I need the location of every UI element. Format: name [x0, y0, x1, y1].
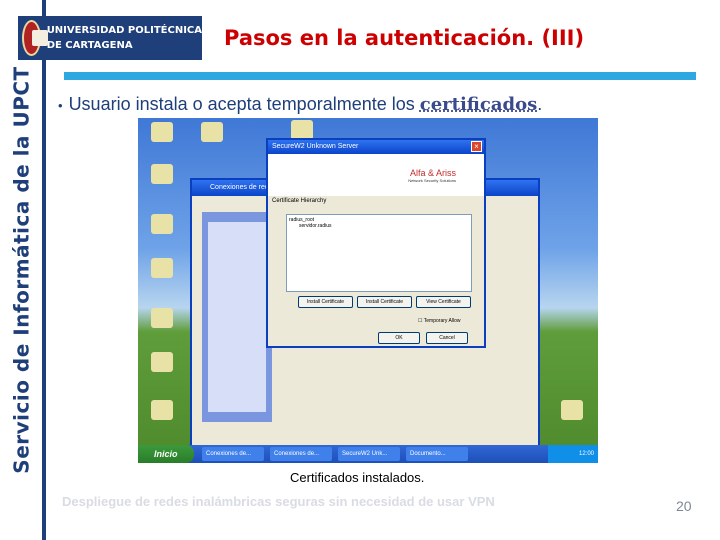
footer-text: Despliegue de redes inalámbricas seguras… — [62, 494, 495, 509]
logo-line2: DE CARTAGENA — [46, 40, 133, 51]
desktop-icon-document — [192, 122, 232, 144]
desktop-icon-recycle-bin — [552, 400, 592, 422]
desktop-icon-folder-2 — [142, 258, 182, 280]
logo-line1: UNIVERSIDAD POLITÉCNICA — [46, 25, 202, 36]
page-number: 20 — [676, 498, 692, 514]
securew2-dialog: SecureW2 Unknown Server × Alfa & Ariss N… — [266, 138, 486, 348]
cert-button-row: Install Certificate Install Certificate … — [298, 296, 471, 308]
brand-tagline: Network Security Solutions — [408, 178, 456, 183]
start-button[interactable]: Inicio — [138, 445, 194, 463]
brand-name: Alfa & Ariss — [409, 168, 456, 178]
embedded-screenshot: Conexiones de red SecureW2 Unknown Serve… — [138, 118, 598, 463]
close-icon[interactable]: × — [471, 141, 482, 152]
university-logo: UNIVERSIDAD POLITÉCNICA DE CARTAGENA — [18, 16, 202, 60]
taskbar: Inicio Conexiones de... Conexiones de...… — [138, 445, 598, 463]
cert-hierarchy-label: Certificate Hierarchy — [272, 198, 327, 204]
tray-clock: 12:00 — [578, 451, 594, 457]
side-title-wrap: Servicio de Informática de la UPCT — [2, 0, 42, 540]
university-seal-icon — [22, 20, 48, 56]
desktop-icon-outlook — [142, 164, 182, 186]
bullet-emphasis: certificados — [419, 94, 538, 115]
brand: Alfa & Ariss Network Security Solutions — [408, 168, 456, 183]
temporary-allow-checkbox[interactable]: ☐ Temporary Allow — [418, 318, 460, 324]
taskbar-item-2[interactable]: Conexiones de... — [270, 447, 332, 461]
taskbar-item-3[interactable]: SecureW2 Unk... — [338, 447, 400, 461]
title-rule — [64, 72, 696, 80]
bullet-suffix: . — [537, 94, 543, 114]
side-divider — [42, 0, 46, 540]
desktop-icon-acrobat — [142, 122, 182, 144]
back-window-taskpane — [202, 212, 272, 422]
install-cert-button-2[interactable]: Install Certificate — [357, 296, 412, 308]
desktop-icon-network — [142, 214, 182, 236]
slide-title: Pasos en la autenticación. (III) — [224, 26, 585, 50]
taskbar-item-4[interactable]: Documento... — [406, 447, 468, 461]
side-title: Servicio de Informática de la UPCT — [10, 66, 35, 474]
desktop-icon-ie — [142, 400, 182, 422]
system-tray: 12:00 — [548, 445, 598, 463]
cert-tree[interactable]: radius_root servidor.radius — [286, 214, 472, 292]
temporary-allow-label: Temporary Allow — [423, 318, 461, 324]
taskbar-item-1[interactable]: Conexiones de... — [202, 447, 264, 461]
figure-caption: Certificados instalados. — [290, 470, 425, 485]
tree-item-server[interactable]: servidor.radius — [289, 223, 469, 229]
dialog-title: SecureW2 Unknown Server — [272, 143, 359, 150]
desktop-icon-trash-2 — [142, 352, 182, 374]
side-bar: Servicio de Informática de la UPCT — [0, 0, 46, 540]
bullet-dot-icon: • — [58, 97, 63, 113]
ok-button[interactable]: OK — [378, 332, 420, 344]
dialog-titlebar: SecureW2 Unknown Server × — [268, 140, 484, 154]
cancel-button[interactable]: Cancel — [426, 332, 468, 344]
view-cert-button[interactable]: View Certificate — [416, 296, 471, 308]
dialog-header: Alfa & Ariss Network Security Solutions — [268, 154, 484, 196]
bullet-prefix: Usuario instala o acepta temporalmente l… — [68, 94, 420, 114]
ok-cancel-row: OK Cancel — [378, 332, 468, 344]
bullet-item: • Usuario instala o acepta temporalmente … — [58, 94, 542, 115]
logo-text: UNIVERSIDAD POLITÉCNICA DE CARTAGENA — [47, 23, 202, 53]
install-cert-button-1[interactable]: Install Certificate — [298, 296, 353, 308]
desktop-icon-mycomputer — [142, 308, 182, 330]
